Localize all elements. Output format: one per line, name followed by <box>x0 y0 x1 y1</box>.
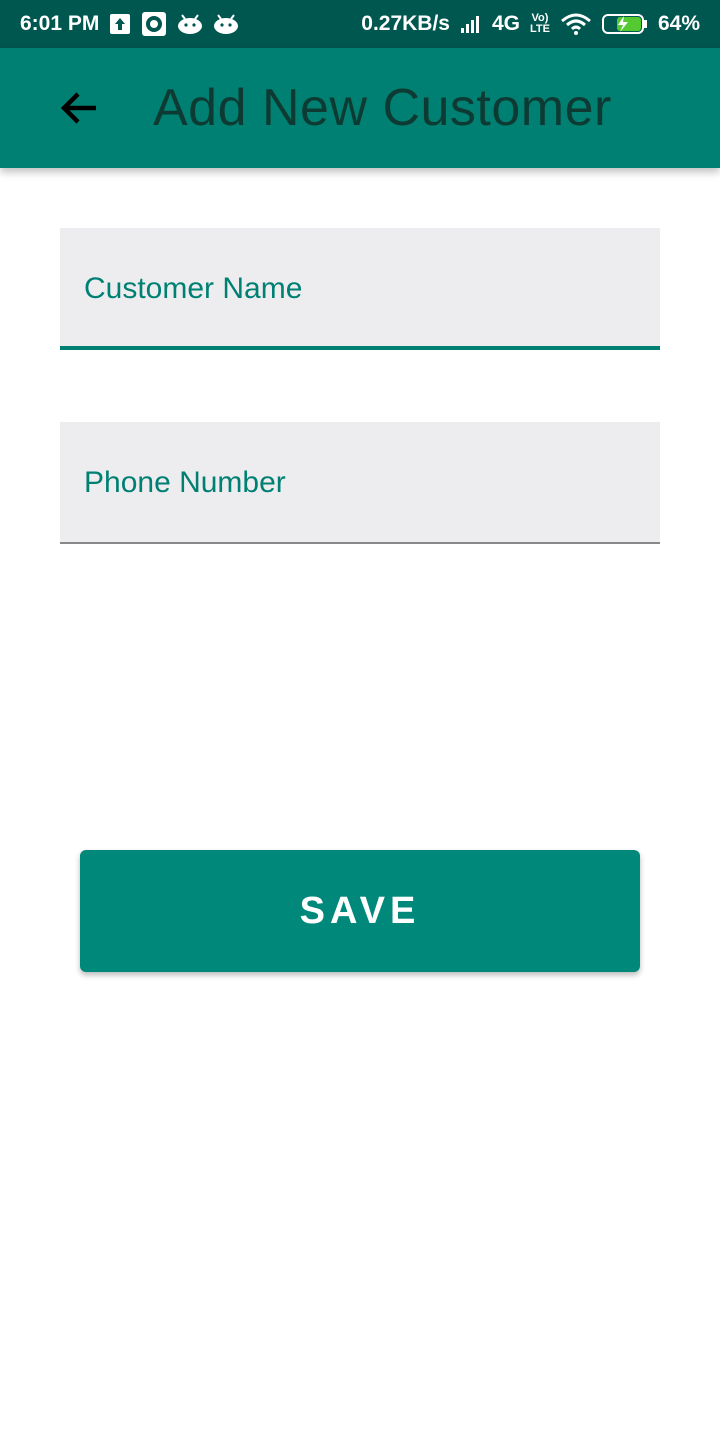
phone-number-field[interactable]: Phone Number <box>60 422 660 544</box>
battery-percent: 64% <box>657 12 700 35</box>
signal-icon <box>460 14 482 34</box>
volte-icon: Vo) LTE <box>530 13 550 35</box>
customer-name-placeholder: Customer Name <box>84 272 303 305</box>
status-right: 0.27KB/s 4G Vo) LTE 64% <box>361 12 700 36</box>
record-icon <box>141 11 167 37</box>
volte-bottom: LTE <box>530 23 550 35</box>
status-left: 6:01 PM <box>20 11 239 37</box>
android-icon <box>177 14 203 34</box>
arrow-back-icon <box>56 84 104 137</box>
save-button[interactable]: SAVE <box>80 850 640 972</box>
upload-icon <box>109 13 131 35</box>
app-bar: Add New Customer <box>0 48 720 168</box>
back-button[interactable] <box>52 82 108 138</box>
status-time: 6:01 PM <box>20 12 100 35</box>
page-title: Add New Customer <box>153 79 612 137</box>
status-bar: 6:01 PM 0.27KB/s 4G Vo) LTE 64% <box>0 0 720 48</box>
android-icon <box>213 14 239 34</box>
wifi-icon <box>560 13 592 35</box>
net-speed: 0.27KB/s <box>361 12 450 35</box>
customer-name-field[interactable]: Customer Name <box>60 228 660 350</box>
network-type: 4G <box>491 12 520 35</box>
phone-number-placeholder: Phone Number <box>84 466 286 499</box>
save-button-label: SAVE <box>299 889 421 932</box>
battery-charging-icon <box>601 13 648 35</box>
